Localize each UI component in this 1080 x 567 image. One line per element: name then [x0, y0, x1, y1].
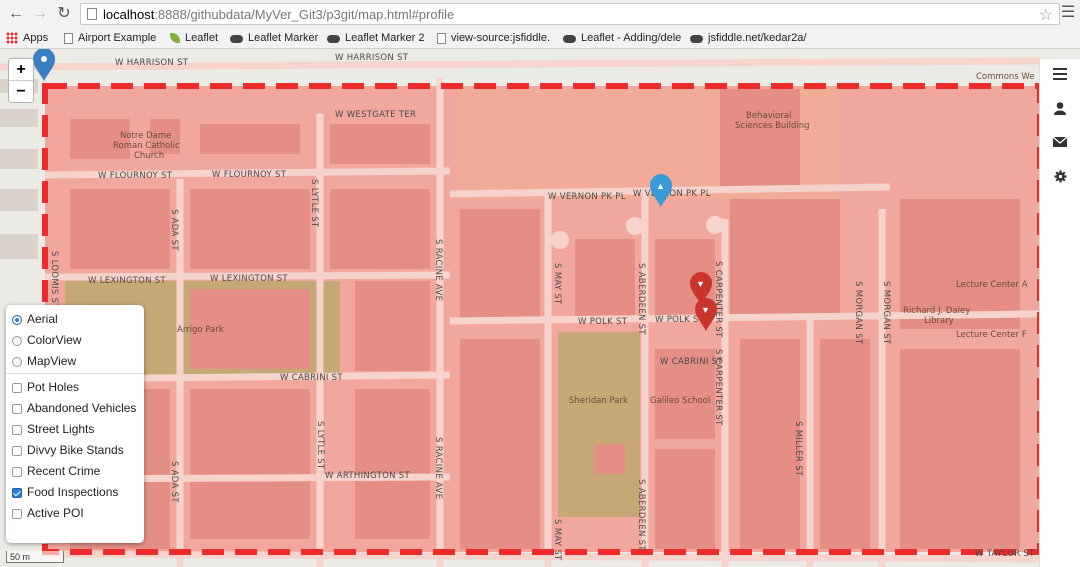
street-label: W WESTGATE TER — [335, 110, 416, 120]
street-label: W VERNON PK PL — [633, 189, 711, 199]
reload-icon[interactable]: ↻ — [54, 4, 74, 24]
sheridan-park-area — [558, 332, 640, 517]
leaflet-icon — [170, 33, 180, 43]
page-icon — [87, 8, 97, 20]
bookmark-jsfiddle[interactable]: jsfiddle.net/kedar2a/ — [690, 31, 806, 45]
street-label: W CABRINI ST — [280, 373, 343, 383]
street-label: S LOOMIS ST — [49, 251, 59, 309]
cloud-icon — [230, 35, 243, 43]
svg-text:▲: ▲ — [656, 181, 665, 191]
street-label: S ADA ST — [169, 461, 179, 503]
street-label: S MILLER ST — [793, 421, 803, 477]
cloud-icon — [690, 35, 703, 43]
street-label: W HARRISON ST — [335, 53, 409, 63]
street-label: W ARTHINGTON ST — [325, 471, 410, 481]
street-label: W TAYLOR ST — [975, 549, 1035, 559]
zoom-in-button[interactable]: + — [9, 59, 33, 81]
place-label: Commons We — [976, 72, 1035, 82]
place-label: Library — [924, 316, 954, 326]
street-label: S MAY ST — [552, 263, 562, 305]
checkbox[interactable] — [12, 383, 22, 393]
layer-separator — [6, 373, 144, 374]
forward-arrow-icon[interactable]: → — [30, 4, 50, 24]
street-label: W POLK ST — [578, 317, 628, 327]
bookmark-leaflet-adding[interactable]: Leaflet - Adding/dele — [563, 31, 681, 45]
street-label: W VERNON PK PL — [548, 192, 626, 202]
sidebar-tab-messages[interactable] — [1040, 127, 1080, 157]
street-label: W LEXINGTON ST — [88, 276, 166, 286]
street-label: S LYTLE ST — [309, 179, 319, 228]
radio-button[interactable] — [12, 357, 22, 367]
checkbox[interactable] — [12, 509, 22, 519]
map-canvas[interactable]: W HARRISON ST W HARRISON ST W WESTGATE T… — [0, 49, 1080, 567]
street-label: W LEXINGTON ST — [210, 274, 288, 284]
browser-toolbar: ← → ↻ localhost:8888/githubdata/MyVer_Gi… — [0, 0, 1080, 29]
bookmark-apps[interactable]: Apps — [6, 31, 48, 45]
bookmarks-bar: Apps Airport Example Leaflet Leaflet Mar… — [0, 28, 1080, 49]
checkbox[interactable] — [12, 425, 22, 435]
street-label: S RACINE AVE — [433, 437, 443, 499]
bookmark-star-icon[interactable]: ☆ — [1039, 5, 1053, 25]
browser-menu-icon[interactable]: ☰ — [1060, 4, 1076, 22]
sidebar-tab-menu[interactable] — [1040, 59, 1080, 89]
place-label: Sheridan Park — [569, 396, 628, 406]
street-label: S MAY ST — [552, 519, 562, 561]
apps-grid-icon — [6, 32, 18, 44]
bookmark-leaflet[interactable]: Leaflet — [170, 31, 218, 45]
layer-control: Aerial ColorView MapView Pot Holes Aband… — [6, 305, 144, 543]
zoom-out-button[interactable]: − — [9, 81, 33, 102]
sidebar-tab-settings[interactable] — [1040, 161, 1080, 191]
street-label: S ABERDEEN ST — [636, 479, 646, 551]
street-label: S MORGAN ST — [881, 281, 891, 345]
place-label: Roman Catholic — [113, 141, 180, 151]
sidebar-tab-profile[interactable] — [1040, 93, 1080, 123]
place-label: Notre Dame — [120, 131, 171, 141]
svg-text:▼: ▼ — [701, 305, 710, 315]
scale-bar: 50 m — [6, 551, 64, 563]
street-label: W FLOURNOY ST — [212, 170, 287, 180]
place-label: Galileo School — [650, 396, 710, 406]
map-tiles[interactable]: W HARRISON ST W HARRISON ST W WESTGATE T… — [0, 49, 1080, 567]
place-label: Lecture Center F — [956, 330, 1027, 340]
envelope-icon — [1053, 137, 1067, 147]
street-label: S ABERDEEN ST — [636, 263, 646, 335]
radio-button[interactable] — [12, 315, 22, 325]
street-label: S CARPENTER ST — [713, 349, 723, 426]
street-label: S MORGAN ST — [853, 281, 863, 345]
checkbox[interactable] — [12, 446, 22, 456]
place-label: Church — [134, 151, 164, 161]
menu-icon — [1053, 68, 1067, 80]
checkbox[interactable] — [12, 467, 22, 477]
document-icon — [64, 32, 73, 44]
checkbox[interactable] — [12, 488, 22, 498]
cloud-icon — [563, 35, 576, 43]
street-label: W FLOURNOY ST — [98, 171, 173, 181]
cloud-icon — [327, 35, 340, 43]
street-label: S CARPENTER ST — [713, 261, 723, 338]
place-label: Sciences Building — [735, 121, 810, 131]
street-label: S ADA ST — [169, 209, 179, 251]
back-arrow-icon[interactable]: ← — [6, 4, 26, 24]
gear-icon — [1053, 169, 1067, 183]
bookmark-view-source[interactable]: view-source:jsfiddle. — [437, 31, 550, 45]
bookmark-leaflet-marker-2[interactable]: Leaflet Marker 2 — [327, 31, 424, 45]
street-label: W HARRISON ST — [115, 58, 189, 68]
bookmark-leaflet-marker[interactable]: Leaflet Marker — [230, 31, 318, 45]
place-label: Behavioral — [746, 111, 791, 121]
place-label: Arrigo Park — [177, 325, 224, 335]
bookmark-airport-example[interactable]: Airport Example — [64, 31, 156, 45]
zoom-control: + − — [8, 58, 34, 103]
radio-button[interactable] — [12, 336, 22, 346]
sidebar-tabs — [1039, 59, 1080, 567]
checkbox[interactable] — [12, 404, 22, 414]
svg-text:▼: ▼ — [696, 279, 705, 289]
street-label: S RACINE AVE — [433, 239, 443, 301]
document-icon — [437, 32, 446, 44]
url-text[interactable]: localhost:8888/githubdata/MyVer_Git3/p3g… — [103, 7, 454, 22]
user-icon — [1054, 101, 1066, 115]
address-bar[interactable]: localhost:8888/githubdata/MyVer_Git3/p3g… — [80, 3, 1060, 25]
place-label: Richard J. Daley — [903, 306, 970, 316]
street-label: S LYTLE ST — [315, 421, 325, 470]
place-label: Lecture Center A — [956, 280, 1028, 290]
